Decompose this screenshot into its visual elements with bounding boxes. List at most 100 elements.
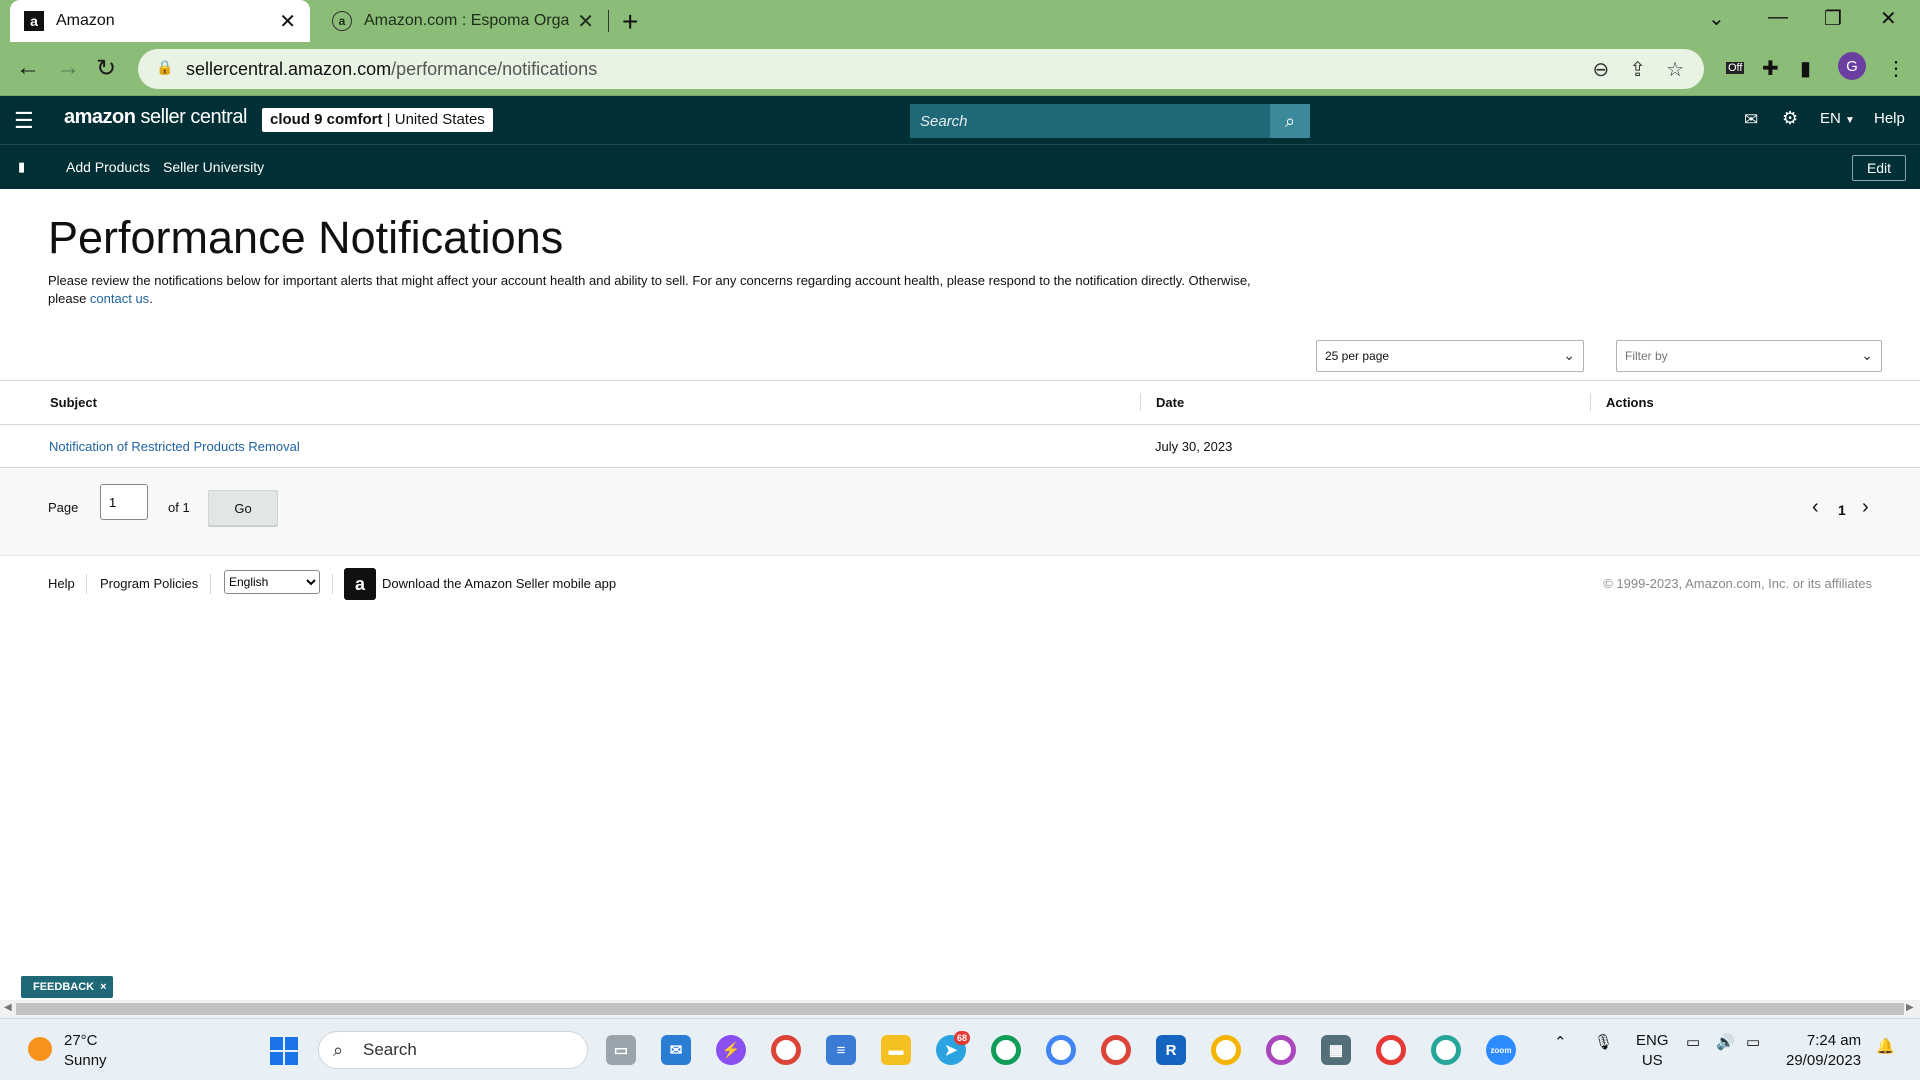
- tab-close-icon[interactable]: ✕: [577, 9, 594, 34]
- calculator-icon[interactable]: ▦: [1321, 1035, 1351, 1065]
- prev-page-icon[interactable]: ‹: [1812, 496, 1819, 519]
- current-page-number[interactable]: 1: [1838, 502, 1846, 518]
- chrome-profile-icon[interactable]: [991, 1035, 1021, 1065]
- store-selector[interactable]: cloud 9 comfort | United States: [262, 108, 493, 132]
- notepad-icon[interactable]: ≡: [826, 1035, 856, 1065]
- messenger-icon[interactable]: ⚡: [716, 1035, 746, 1065]
- logo-brand: amazon: [64, 106, 136, 128]
- mail-icon[interactable]: ✉: [1744, 110, 1758, 130]
- bookmark-icon[interactable]: ▮: [18, 159, 25, 175]
- file-explorer-icon[interactable]: ▬: [881, 1035, 911, 1065]
- taskbar-clock[interactable]: 7:24 am 29/09/2023: [1786, 1031, 1861, 1071]
- footer-language-select[interactable]: English: [224, 570, 320, 594]
- zoom-icon[interactable]: zoom: [1486, 1035, 1516, 1065]
- back-icon[interactable]: ←: [16, 54, 40, 82]
- tab-espoma[interactable]: a Amazon.com : Espoma Organic ✕: [318, 0, 608, 42]
- share-icon[interactable]: ⇪: [1629, 57, 1646, 82]
- notification-subject-link[interactable]: Notification of Restricted Products Remo…: [49, 439, 300, 454]
- amazon-favicon-icon: a: [24, 11, 44, 31]
- hamburger-menu-icon[interactable]: ☰: [14, 108, 34, 134]
- chrome-profile-icon[interactable]: [1211, 1035, 1241, 1065]
- taskbar-search[interactable]: ⌕ Search: [318, 1031, 588, 1069]
- extension-off-icon[interactable]: Off: [1726, 62, 1745, 74]
- edit-button[interactable]: Edit: [1852, 155, 1906, 181]
- feedback-close-icon[interactable]: ×: [100, 981, 106, 993]
- volume-icon[interactable]: 🔊: [1716, 1033, 1735, 1051]
- chrome-profile-icon[interactable]: [1376, 1035, 1406, 1065]
- taskbar-search-label: Search: [363, 1040, 417, 1059]
- close-window-icon[interactable]: ✕: [1880, 6, 1897, 31]
- tray-overflow-icon[interactable]: ⌃: [1554, 1033, 1567, 1051]
- mail-app-icon[interactable]: ✉: [661, 1035, 691, 1065]
- amazon-app-icon[interactable]: a: [344, 568, 376, 600]
- restore-icon[interactable]: ❐: [1824, 6, 1842, 31]
- next-page-icon[interactable]: ›: [1862, 496, 1869, 519]
- scroll-right-icon[interactable]: ▶: [1906, 1002, 1914, 1013]
- store-name: cloud 9 comfort: [270, 111, 383, 128]
- task-view-icon[interactable]: ▭: [606, 1035, 636, 1065]
- per-page-select[interactable]: 25 per page ⌄: [1316, 340, 1584, 372]
- tab-search-chevron-icon[interactable]: ⌄: [1708, 6, 1725, 31]
- scrollbar-thumb[interactable]: [16, 1003, 1904, 1015]
- contact-us-link[interactable]: contact us: [90, 291, 149, 306]
- forward-icon[interactable]: →: [56, 54, 80, 82]
- chrome-profile-icon[interactable]: [1101, 1035, 1131, 1065]
- language-selector[interactable]: EN ▼: [1820, 110, 1855, 127]
- notification-bell-icon[interactable]: 🔔: [1876, 1037, 1895, 1055]
- header-search-input[interactable]: [910, 104, 1270, 138]
- search-icon[interactable]: ⌕: [1270, 104, 1310, 138]
- clock-date: 29/09/2023: [1786, 1052, 1862, 1069]
- tab-title: Amazon.com : Espoma Organic: [364, 12, 570, 29]
- extensions-puzzle-icon[interactable]: ✚: [1762, 56, 1779, 81]
- tab-amazon[interactable]: a Amazon ✕: [10, 0, 310, 42]
- footer-divider: [332, 574, 333, 594]
- feedback-label: FEEDBACK: [33, 981, 95, 993]
- network-icon[interactable]: ▭: [1686, 1033, 1700, 1051]
- url-host: sellercentral.amazon.com: [186, 58, 392, 79]
- chrome-profile-icon[interactable]: [1046, 1035, 1076, 1065]
- tab-close-icon[interactable]: ✕: [279, 9, 296, 34]
- per-page-value: 25 per page: [1325, 349, 1390, 363]
- seller-central-logo[interactable]: amazon seller central: [64, 106, 247, 129]
- caret-down-icon: ▼: [1845, 115, 1855, 126]
- chrome-profile-icon[interactable]: [1266, 1035, 1296, 1065]
- windows-start-icon[interactable]: [270, 1037, 298, 1065]
- subnav-add-products[interactable]: Add Products: [66, 159, 150, 175]
- sun-icon[interactable]: [28, 1037, 52, 1061]
- column-date[interactable]: Date: [1156, 395, 1184, 410]
- chrome-profile-icon[interactable]: [1431, 1035, 1461, 1065]
- battery-icon[interactable]: ▭: [1746, 1033, 1760, 1051]
- bookmark-star-icon[interactable]: ☆: [1666, 57, 1684, 82]
- page-number-input[interactable]: [100, 484, 148, 520]
- subnav-bar: ▮ Add Products Seller University Edit: [0, 144, 1920, 189]
- reload-icon[interactable]: ↻: [96, 54, 116, 83]
- footer-program-policies-link[interactable]: Program Policies: [100, 576, 198, 591]
- gear-icon[interactable]: ⚙: [1782, 108, 1798, 129]
- download-app-link[interactable]: Download the Amazon Seller mobile app: [382, 576, 616, 591]
- scroll-left-icon[interactable]: ◀: [4, 1002, 12, 1013]
- profile-avatar[interactable]: G: [1838, 52, 1866, 80]
- microphone-icon[interactable]: 🎙: [1594, 1033, 1613, 1051]
- weather-widget[interactable]: 27°C Sunny: [64, 1031, 107, 1071]
- side-panel-icon[interactable]: ▮: [1800, 56, 1811, 81]
- tab-title: Amazon: [56, 12, 115, 29]
- browser-menu-icon[interactable]: ⋮: [1886, 56, 1906, 81]
- address-bar[interactable]: 🔒 sellercentral.amazon.com/performance/n…: [138, 49, 1704, 89]
- horizontal-scrollbar[interactable]: ◀ ▶: [0, 1000, 1920, 1018]
- header-help-link[interactable]: Help: [1874, 110, 1905, 127]
- url-path: /performance/notifications: [391, 58, 598, 79]
- subnav-seller-university[interactable]: Seller University: [163, 159, 264, 175]
- r-app-icon[interactable]: R: [1156, 1035, 1186, 1065]
- footer-divider: [86, 574, 87, 594]
- new-tab-icon[interactable]: +: [622, 6, 638, 38]
- chrome-icon[interactable]: [771, 1035, 801, 1065]
- column-subject[interactable]: Subject: [50, 395, 97, 410]
- go-button[interactable]: Go: [208, 490, 278, 526]
- input-language[interactable]: ENG US: [1636, 1031, 1669, 1071]
- feedback-button[interactable]: FEEDBACK ×: [21, 976, 113, 998]
- zoom-out-icon[interactable]: ⊖: [1593, 57, 1610, 82]
- footer-help-link[interactable]: Help: [48, 576, 75, 591]
- page-of-label: of 1: [168, 500, 190, 515]
- filter-select[interactable]: Filter by ⌄: [1616, 340, 1882, 372]
- minimize-icon[interactable]: —: [1768, 6, 1788, 29]
